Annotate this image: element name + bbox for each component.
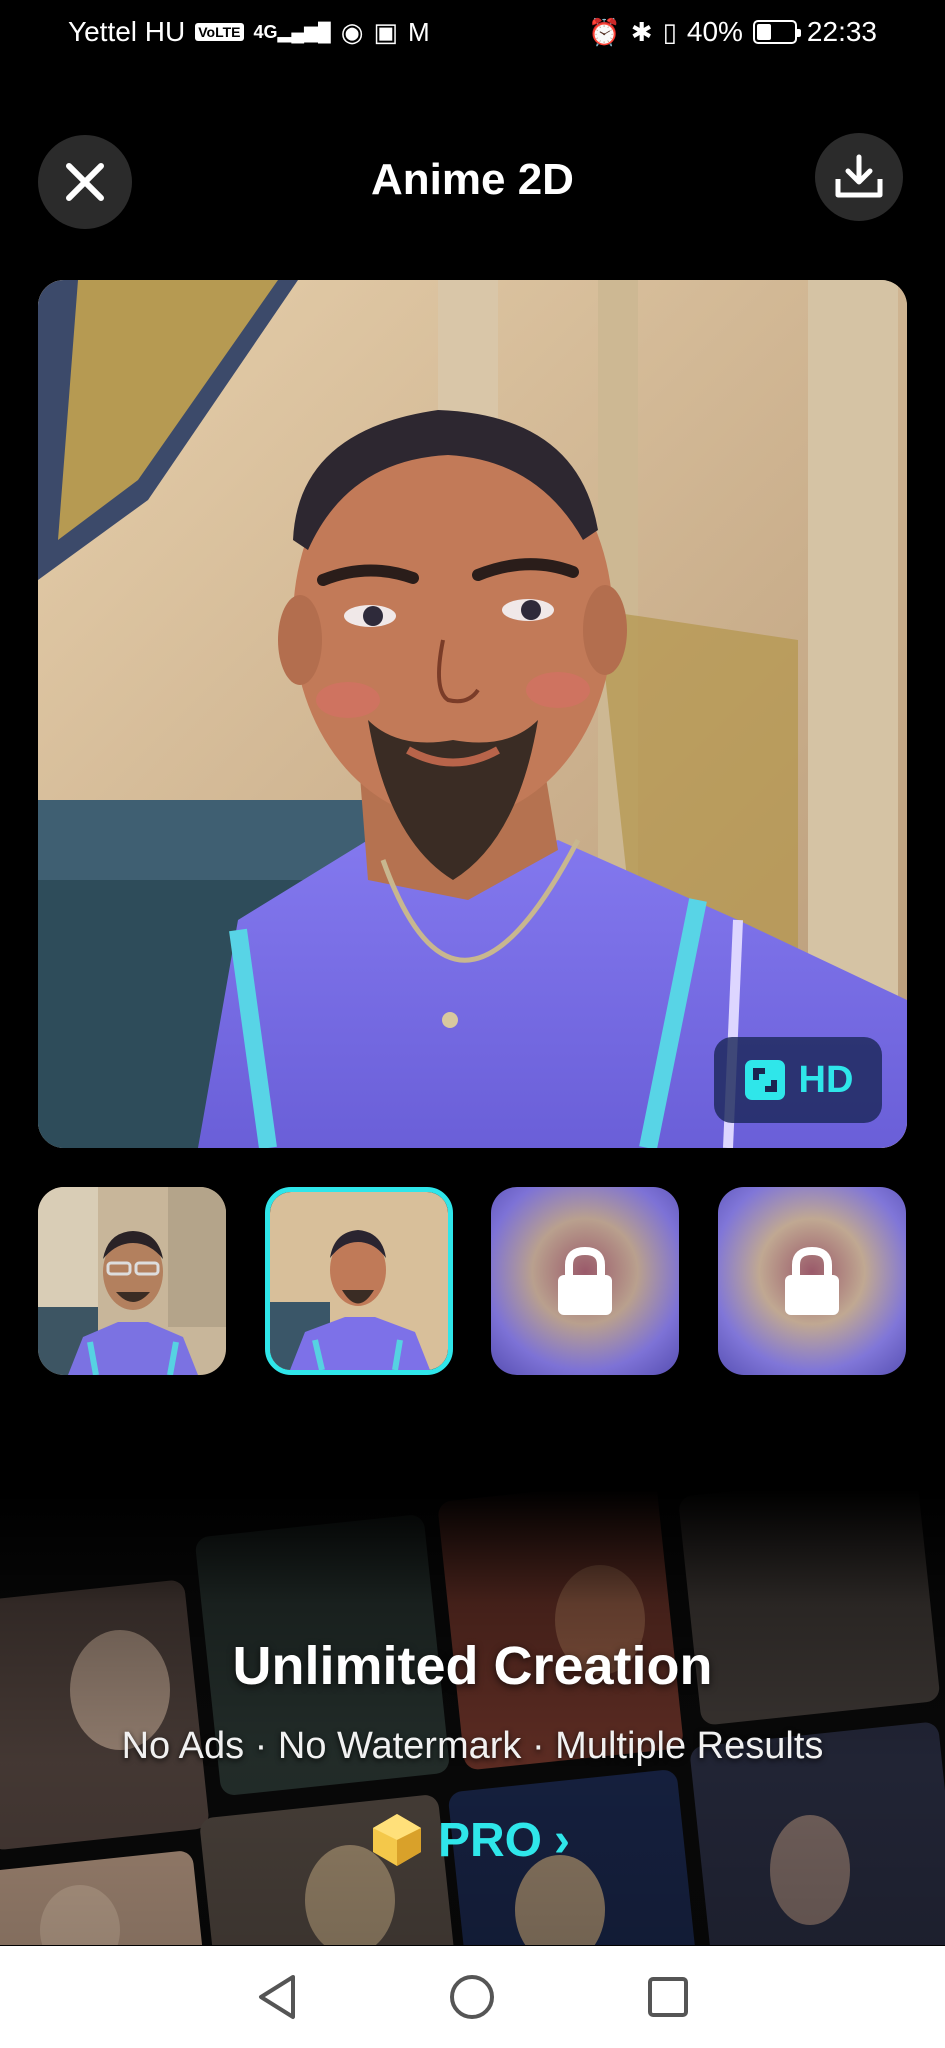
page-title: Anime 2D	[371, 155, 574, 204]
clock: 22:33	[806, 16, 877, 47]
status-bar: Yettel HU VoLTE 4G▂▄▆█ ◉ ▣ M ⏰ ✱ ▯ 40% 2…	[0, 0, 945, 64]
carrier-label: Yettel HU	[68, 16, 186, 47]
gem-icon	[373, 1814, 421, 1866]
system-nav-bar	[0, 1946, 945, 2048]
thumbnail-anime-selected[interactable]	[265, 1187, 453, 1375]
alarm-icon: ⏰	[588, 17, 621, 47]
result-thumbnails	[38, 1187, 907, 1375]
pro-promo-banner[interactable]: Unlimited Creation No Ads · No Watermark…	[0, 1490, 945, 1945]
download-icon	[835, 154, 883, 198]
network-type: 4G	[253, 22, 278, 42]
anime-result-thumbnail	[270, 1192, 448, 1370]
result-image[interactable]: HD	[38, 280, 907, 1148]
gmail-icon: M	[408, 17, 430, 47]
bluetooth-icon: ✱	[630, 17, 653, 47]
vibrate-icon: ▯	[662, 17, 677, 47]
battery-fill	[756, 24, 772, 40]
anime-portrait-image	[38, 280, 907, 1148]
battery-icon	[752, 20, 801, 44]
original-photo-thumbnail	[38, 1187, 226, 1375]
pro-label: PRO	[438, 1813, 543, 1867]
promo-subtitle: No Ads · No Watermark · Multiple Results	[121, 1725, 824, 1767]
messenger-icon: ◉	[340, 17, 364, 47]
thumbnail-original[interactable]	[38, 1187, 226, 1375]
lock-icon	[558, 1246, 612, 1315]
volte-badge: VoLTE	[195, 23, 244, 41]
pro-upgrade-button[interactable]: PRO ›	[368, 1805, 588, 1875]
thumbnail-locked-1[interactable]	[491, 1187, 679, 1375]
promo-fade-overlay	[0, 1490, 945, 1945]
expand-hd-icon	[744, 1060, 785, 1100]
lock-icon	[785, 1246, 839, 1315]
status-left: Yettel HU VoLTE 4G▂▄▆█ ◉ ▣ M	[68, 16, 430, 48]
header: Anime 2D	[0, 133, 945, 235]
promo-title: Unlimited Creation	[232, 1636, 713, 1696]
home-circle-icon[interactable]	[448, 1973, 496, 2021]
recents-square-icon[interactable]	[646, 1975, 690, 2019]
news-app-icon: ▣	[373, 17, 398, 47]
back-triangle-icon[interactable]	[255, 1973, 299, 2021]
battery-percent: 40%	[686, 16, 743, 47]
status-right: ⏰ ✱ ▯ 40% 22:33	[588, 16, 877, 48]
download-button[interactable]	[815, 133, 903, 221]
hd-upscale-button[interactable]: HD	[714, 1037, 882, 1123]
hd-label: HD	[798, 1058, 854, 1101]
thumbnail-locked-2[interactable]	[718, 1187, 906, 1375]
signal-icon: 4G▂▄▆█	[253, 22, 331, 42]
chevron-right-icon: ›	[554, 1813, 570, 1867]
